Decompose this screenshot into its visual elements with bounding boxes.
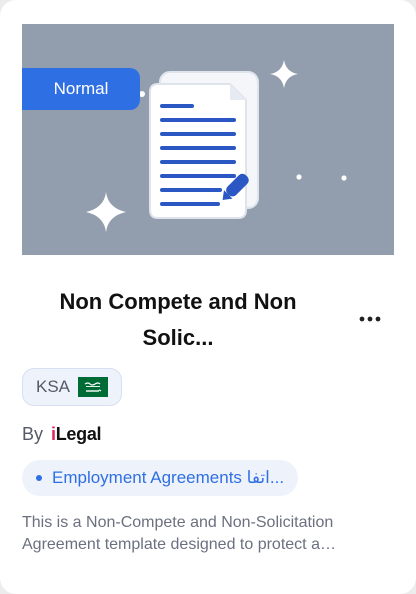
- ilegal-logo: iLegal: [51, 423, 102, 444]
- country-label: KSA: [36, 377, 71, 396]
- author-byline: By iLegal: [22, 422, 102, 446]
- sparkle-dot: [341, 175, 347, 181]
- country-chip: KSA: [22, 368, 123, 406]
- document-illustration: [86, 60, 347, 232]
- type-badge: Normal: [22, 68, 140, 110]
- sparkle-icon: [86, 192, 126, 232]
- category-chip[interactable]: Employment Agreements اتفا...: [22, 460, 298, 496]
- template-title[interactable]: Non Compete and Non Solic...: [30, 284, 326, 356]
- by-label: By: [22, 423, 44, 444]
- template-thumbnail[interactable]: Normal: [22, 24, 394, 255]
- more-options-button[interactable]: [352, 304, 388, 334]
- saudi-arabia-flag-icon: [78, 377, 109, 397]
- sparkle-dot: [296, 174, 302, 180]
- category-label: Employment Agreements اتفا...: [52, 468, 285, 487]
- template-card[interactable]: Normal Non Compete and Non Solic... KSA …: [0, 0, 416, 594]
- bullet-icon: [36, 475, 42, 481]
- template-title-line1: Non Compete and Non: [59, 289, 297, 314]
- more-horizontal-icon: [359, 316, 381, 322]
- template-title-line2: Solic...: [142, 325, 214, 350]
- template-description: This is a Non-Compete and Non-Solicitati…: [22, 514, 336, 553]
- sparkle-icon: [270, 60, 298, 88]
